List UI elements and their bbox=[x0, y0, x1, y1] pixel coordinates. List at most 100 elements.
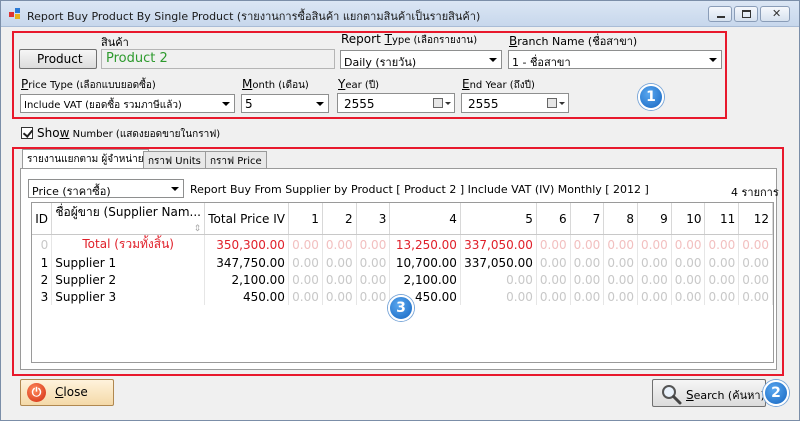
table-cell: 0.00 bbox=[288, 271, 323, 288]
table-cell: 0.00 bbox=[570, 271, 605, 288]
tab-graph-price[interactable]: กราฟ Price bbox=[205, 151, 267, 168]
table-cell: 0.00 bbox=[603, 288, 639, 305]
column-header-13[interactable]: 11 bbox=[704, 203, 740, 235]
maximize-button[interactable] bbox=[734, 6, 758, 22]
table-cell: 0.00 bbox=[356, 234, 391, 254]
maximize-icon bbox=[742, 10, 751, 18]
table-cell: 2 bbox=[32, 271, 53, 288]
table-row[interactable]: 2 Supplier 2 2,100.00 0.00 0.00 0.00 2,100.00 0… bbox=[32, 271, 773, 288]
table-cell: 0.00 bbox=[536, 288, 571, 305]
minimize-button[interactable] bbox=[708, 6, 732, 22]
table-cell: 10,700.00 bbox=[389, 254, 461, 271]
minimize-icon bbox=[717, 16, 725, 18]
table-cell: 0.00 bbox=[738, 288, 773, 305]
report-heading: Report Buy From Supplier by Product [ Pr… bbox=[190, 183, 649, 196]
supplier-table: ID ชื่อผู้ขาย (Supplier Nam... ⇕ Total Pric… bbox=[32, 203, 773, 305]
report-type-value: Daily (รายวัน) bbox=[344, 56, 417, 69]
close-icon: ✕ bbox=[772, 7, 782, 20]
column-header-14[interactable]: 12 bbox=[738, 203, 773, 235]
report-window: Report Buy Product By Single Product (รา… bbox=[0, 0, 800, 421]
app-icon bbox=[9, 8, 21, 20]
price-mode-select[interactable]: Price (ราคาซื้อ) bbox=[28, 179, 184, 198]
column-header-10[interactable]: 8 bbox=[603, 203, 639, 235]
table-cell: 0.00 bbox=[603, 254, 639, 271]
table-cell: 0.00 bbox=[704, 271, 740, 288]
end-year-label: End Year (ถึงปี) bbox=[462, 77, 535, 91]
year-label: Year (ปี) bbox=[338, 77, 380, 91]
price-mode-value: Price (ราคาซื้อ) bbox=[32, 185, 111, 198]
table-cell: 0.00 bbox=[356, 254, 391, 271]
callout-badge-1: 1 bbox=[638, 84, 664, 110]
close-button[interactable]: ⏻ Close bbox=[20, 379, 114, 406]
table-cell: 0.00 bbox=[288, 234, 323, 254]
price-type-value: Include VAT (ยอดซื้อ รวมภาษีแล้ว) bbox=[24, 100, 182, 111]
table-row[interactable]: 1 Supplier 1 347,750.00 0.00 0.00 0.00 10,700.… bbox=[32, 254, 773, 271]
end-year-value: 2555 bbox=[468, 97, 499, 111]
table-cell: 0.00 bbox=[536, 234, 571, 254]
table-cell: 0.00 bbox=[704, 234, 740, 254]
table-cell: 3 bbox=[32, 288, 53, 305]
chevron-down-icon bbox=[705, 52, 720, 67]
close-button-label: Close bbox=[55, 385, 88, 399]
branch-select[interactable]: 1 - ชื่อสาขา bbox=[508, 50, 722, 69]
table-cell: 0.00 bbox=[704, 288, 740, 305]
tab-graph-units[interactable]: กราฟ Units bbox=[143, 151, 206, 168]
table-cell: 0.00 bbox=[704, 254, 740, 271]
price-type-select[interactable]: Include VAT (ยอดซื้อ รวมภาษีแล้ว) bbox=[20, 94, 235, 113]
table-cell: 0.00 bbox=[637, 288, 672, 305]
calendar-icon[interactable] bbox=[547, 98, 565, 109]
table-cell: 0.00 bbox=[322, 234, 357, 254]
power-icon: ⏻ bbox=[27, 383, 46, 402]
chevron-down-icon bbox=[312, 96, 327, 111]
column-header-3[interactable]: 1 bbox=[288, 203, 323, 235]
table-cell: 0.00 bbox=[356, 288, 391, 305]
table-cell: Supplier 1 bbox=[51, 254, 206, 271]
sort-icon: ⇕ bbox=[193, 224, 202, 234]
title-bar: Report Buy Product By Single Product (รา… bbox=[1, 1, 799, 27]
table-cell: Supplier 3 bbox=[51, 288, 206, 305]
column-header-0[interactable]: ID bbox=[32, 203, 53, 235]
table-cell: 0.00 bbox=[322, 288, 357, 305]
column-header-5[interactable]: 3 bbox=[356, 203, 391, 235]
table-cell: 0.00 bbox=[460, 288, 537, 305]
column-header-6[interactable]: 4 bbox=[389, 203, 461, 235]
table-cell: 337,050.00 bbox=[460, 254, 537, 271]
search-button[interactable]: Search (ค้นหา) bbox=[652, 379, 766, 407]
year-value: 2555 bbox=[344, 97, 375, 111]
end-year-date-picker[interactable]: 2555 bbox=[461, 93, 569, 113]
column-header-1[interactable]: ชื่อผู้ขาย (Supplier Nam... ⇕ bbox=[51, 203, 206, 235]
table-cell: 0.00 bbox=[322, 271, 357, 288]
month-value: 5 bbox=[245, 97, 253, 111]
total-row[interactable]: 0 Total (รวมทั้งสิ้น) 350,300.00 0.00 0.00 0.… bbox=[32, 234, 773, 254]
price-type-label: Price Type (เลือกแบบยอดซื้อ) bbox=[21, 77, 156, 91]
table-cell: 0.00 bbox=[570, 234, 605, 254]
table-cell: 0.00 bbox=[671, 254, 706, 271]
table-cell: 0 bbox=[32, 234, 53, 254]
close-window-button[interactable]: ✕ bbox=[760, 6, 790, 22]
supplier-grid[interactable]: ID ชื่อผู้ขาย (Supplier Nam... ⇕ Total Pric… bbox=[31, 202, 774, 363]
product-button[interactable]: Product bbox=[19, 49, 97, 69]
show-number-checkbox[interactable] bbox=[21, 127, 33, 139]
callout-badge-3: 3 bbox=[388, 295, 414, 321]
column-header-12[interactable]: 10 bbox=[671, 203, 706, 235]
table-cell: 2,100.00 bbox=[389, 271, 461, 288]
search-icon bbox=[660, 383, 682, 405]
report-type-select[interactable]: Daily (รายวัน) bbox=[340, 50, 502, 69]
product-value: Product 2 bbox=[101, 49, 335, 69]
column-header-7[interactable]: 5 bbox=[460, 203, 537, 235]
table-cell: 0.00 bbox=[322, 254, 357, 271]
column-header-9[interactable]: 7 bbox=[570, 203, 605, 235]
column-header-8[interactable]: 6 bbox=[536, 203, 571, 235]
tab-supplier-report[interactable]: รายงานแยกตาม ผู้จำหน่าย bbox=[22, 149, 149, 168]
table-cell: 0.00 bbox=[570, 254, 605, 271]
column-header-4[interactable]: 2 bbox=[322, 203, 357, 235]
chevron-down-icon bbox=[218, 96, 233, 111]
calendar-icon[interactable] bbox=[433, 98, 451, 109]
year-date-picker[interactable]: 2555 bbox=[337, 93, 455, 113]
table-cell: 13,250.00 bbox=[389, 234, 461, 254]
table-cell: Total (รวมทั้งสิ้น) bbox=[51, 234, 206, 254]
column-header-2[interactable]: Total Price IV bbox=[204, 203, 289, 235]
column-header-11[interactable]: 9 bbox=[637, 203, 672, 235]
table-cell: 0.00 bbox=[460, 271, 537, 288]
month-select[interactable]: 5 bbox=[241, 94, 329, 113]
